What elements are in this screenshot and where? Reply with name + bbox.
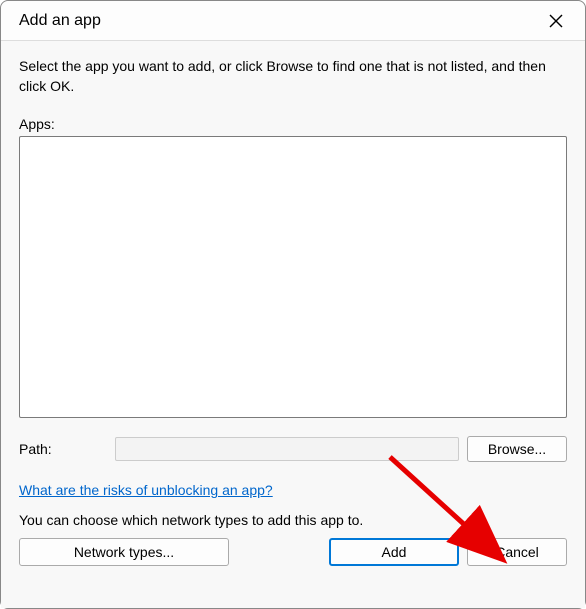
close-button[interactable] (535, 5, 577, 37)
path-row: Path: Browse... (19, 436, 567, 462)
titlebar: Add an app (1, 1, 585, 41)
path-input[interactable] (115, 437, 459, 461)
network-types-description: You can choose which network types to ad… (19, 512, 567, 528)
path-label: Path: (19, 441, 107, 457)
add-app-dialog: Add an app Select the app you want to ad… (0, 0, 586, 609)
instruction-text: Select the app you want to add, or click… (19, 57, 567, 96)
dialog-content: Select the app you want to add, or click… (1, 41, 585, 608)
close-icon (549, 14, 563, 28)
risks-link[interactable]: What are the risks of unblocking an app? (19, 482, 567, 498)
footer-buttons: Network types... Add Cancel (19, 538, 567, 566)
apps-label: Apps: (19, 116, 567, 132)
dialog-title: Add an app (19, 12, 101, 30)
add-button[interactable]: Add (329, 538, 459, 566)
browse-button[interactable]: Browse... (467, 436, 567, 462)
network-types-button[interactable]: Network types... (19, 538, 229, 566)
cancel-button[interactable]: Cancel (467, 538, 567, 566)
apps-listbox[interactable] (19, 136, 567, 418)
